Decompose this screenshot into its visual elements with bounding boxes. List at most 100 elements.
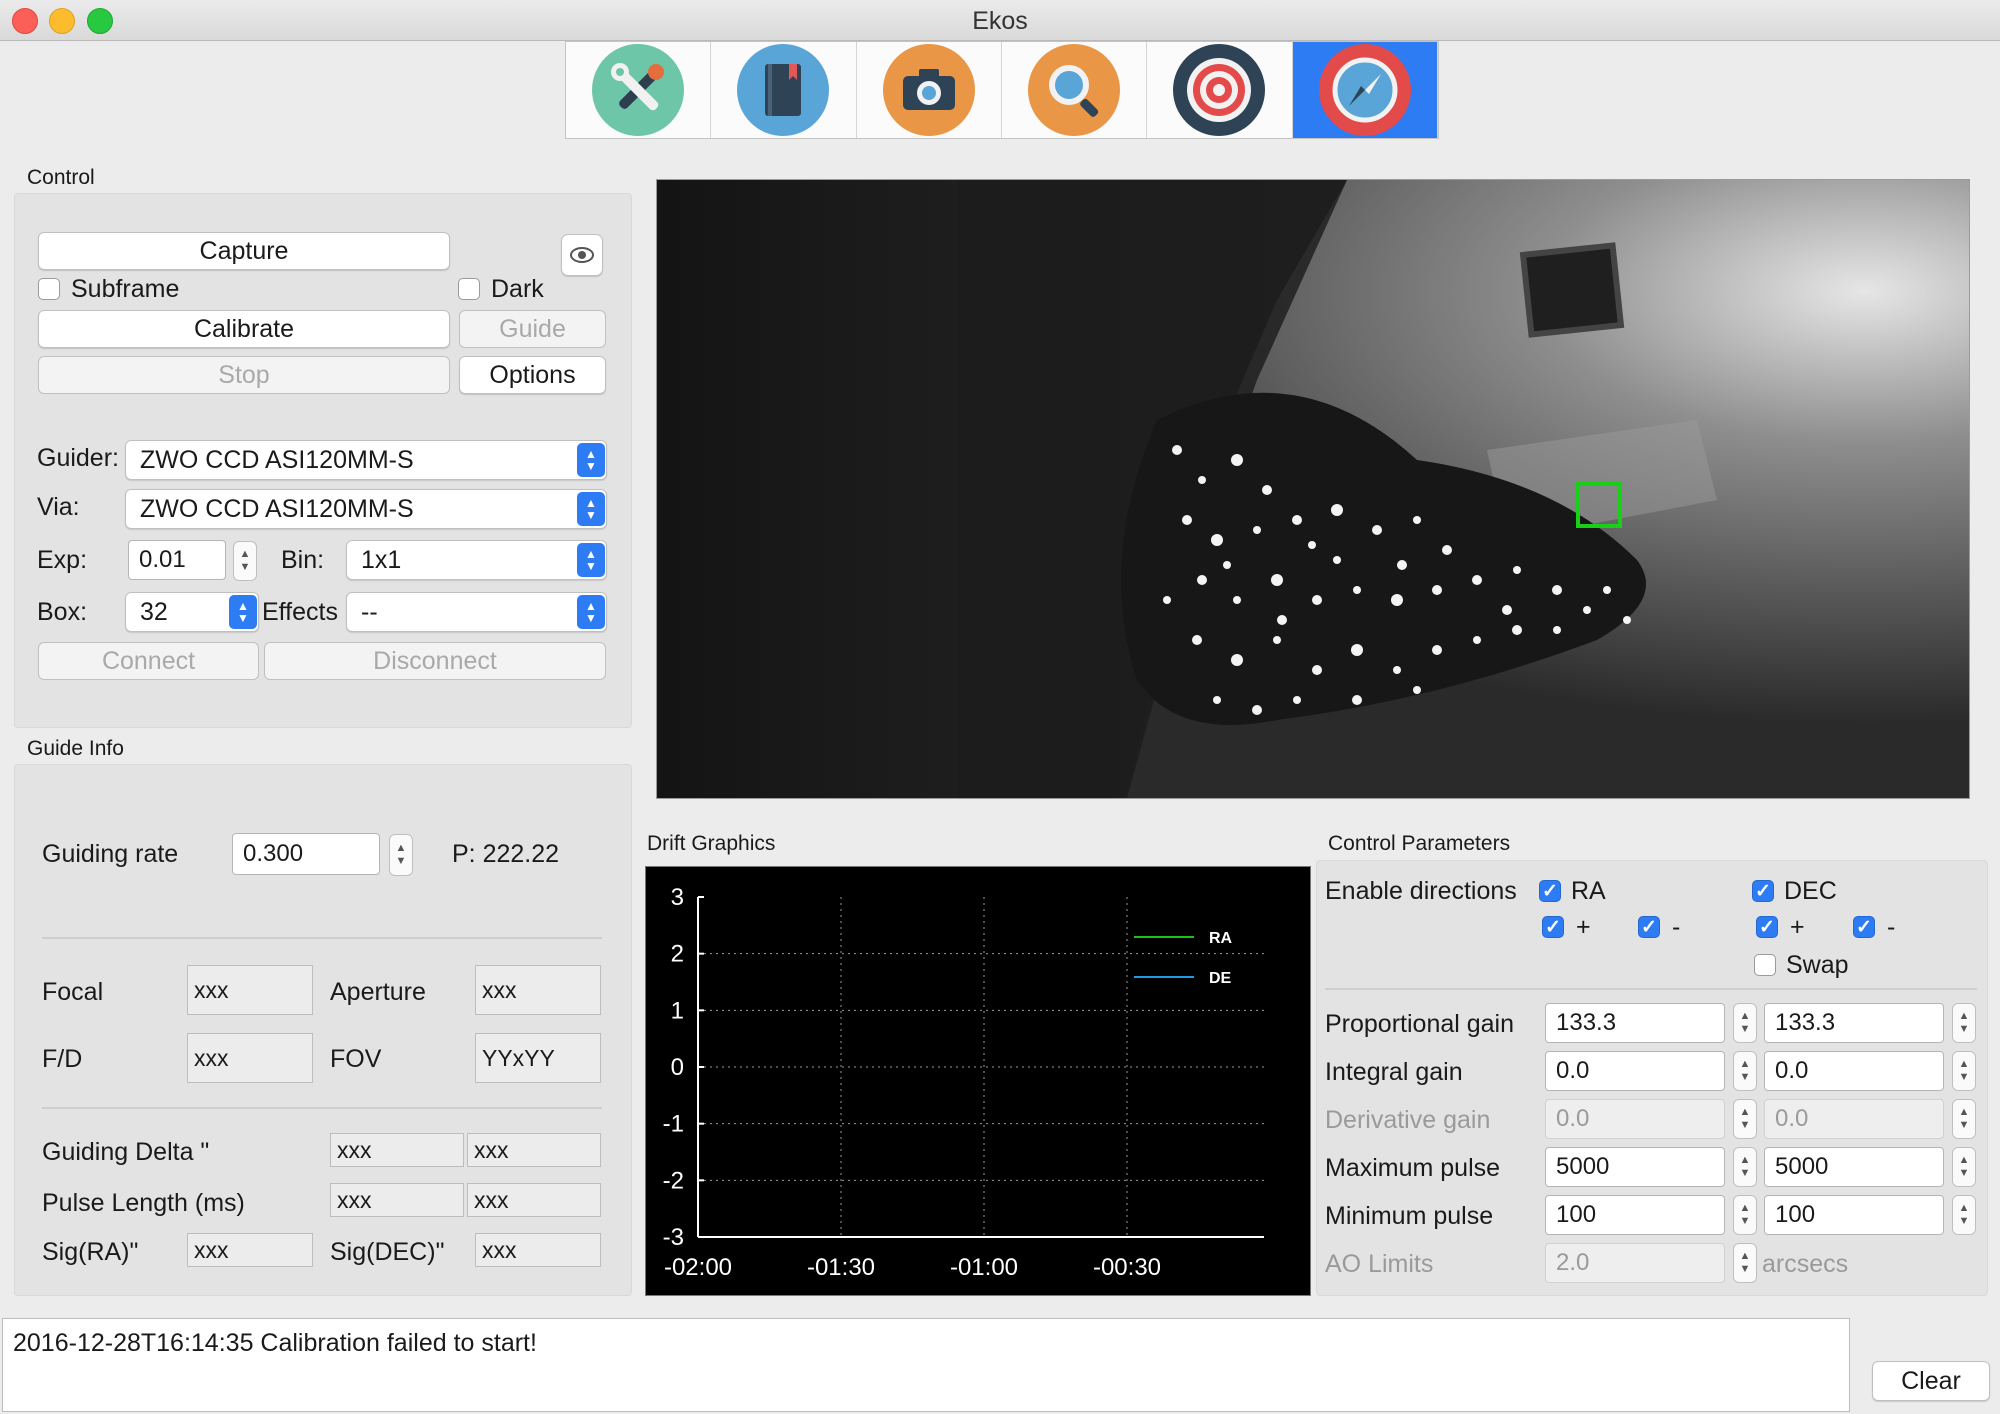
dark-checkbox[interactable]	[458, 278, 480, 300]
bin-select[interactable]: 1x1	[346, 540, 607, 580]
legend-label: RA	[1209, 930, 1233, 947]
param-dec-stepper[interactable]: ▲ ▼	[1952, 1147, 1976, 1187]
param-dec-input[interactable]: 0.0	[1764, 1099, 1944, 1139]
param-ra-stepper[interactable]: ▲ ▼	[1733, 1099, 1757, 1139]
y-tick-label: -1	[663, 1111, 684, 1138]
calibrate-button[interactable]: Calibrate	[38, 310, 450, 348]
y-tick-label: 0	[671, 1054, 684, 1081]
box-label: Box:	[37, 598, 88, 626]
swap-label: Swap	[1786, 951, 1849, 979]
dec-minus-checkbox[interactable]: ✓	[1853, 916, 1875, 938]
clear-log-button[interactable]: Clear	[1872, 1361, 1990, 1401]
connect-button[interactable]: Connect	[38, 642, 259, 680]
p-value: P: 222.22	[452, 840, 560, 868]
preview-toggle-button[interactable]	[561, 234, 603, 276]
fd-label: F/D	[42, 1045, 83, 1073]
module-tab-bar	[565, 41, 1439, 139]
drift-graphics-title: Drift Graphics	[647, 832, 776, 855]
ao-limits-input[interactable]: 2.0	[1545, 1243, 1725, 1283]
param-ra-stepper[interactable]: ▲ ▼	[1733, 1003, 1757, 1043]
param-dec-stepper[interactable]: ▲ ▼	[1952, 1099, 1976, 1139]
legend-label: DE	[1209, 970, 1232, 987]
param-ra-stepper[interactable]: ▲ ▼	[1733, 1195, 1757, 1235]
exposure-input[interactable]: 0.01	[128, 540, 226, 580]
tab-scheduler[interactable]	[711, 42, 857, 138]
capture-icon	[882, 44, 975, 136]
dec-plus-checkbox[interactable]: ✓	[1756, 916, 1778, 938]
guide-frame-view[interactable]	[656, 179, 1970, 799]
capture-button[interactable]: Capture	[38, 232, 450, 270]
control-parameters-title: Control Parameters	[1328, 832, 1511, 855]
pulse-length-ra-value: xxx	[330, 1183, 464, 1217]
ra-plus-checkbox[interactable]: ✓	[1542, 916, 1564, 938]
chevron-updown-icon: ▲ ▼	[577, 443, 605, 477]
guide-button[interactable]: Guide	[459, 310, 606, 348]
param-ra-input[interactable]: 5000	[1545, 1147, 1725, 1187]
tab-capture[interactable]	[857, 42, 1002, 138]
param-dec-stepper[interactable]: ▲ ▼	[1952, 1003, 1976, 1043]
tab-align[interactable]	[1147, 42, 1293, 138]
align-icon	[1173, 44, 1266, 136]
fov-label: FOV	[330, 1045, 382, 1073]
y-tick-label: -2	[663, 1167, 684, 1194]
guiding-rate-input[interactable]: 0.300	[232, 833, 380, 875]
param-ra-input[interactable]: 100	[1545, 1195, 1725, 1235]
ao-limits-stepper[interactable]: ▲ ▼	[1733, 1243, 1757, 1283]
tab-setup[interactable]	[566, 42, 712, 138]
guide-icon	[1318, 44, 1411, 136]
param-dec-stepper[interactable]: ▲ ▼	[1952, 1195, 1976, 1235]
options-button[interactable]: Options	[459, 356, 606, 394]
param-ra-input[interactable]: 133.3	[1545, 1003, 1725, 1043]
exp-label: Exp:	[37, 546, 88, 574]
tab-focus[interactable]	[1002, 42, 1148, 138]
exposure-stepper[interactable]: ▲ ▼	[233, 541, 257, 581]
param-dec-input[interactable]: 0.0	[1764, 1051, 1944, 1091]
effects-select[interactable]: --	[346, 592, 607, 632]
drift-graph[interactable]: 3 2 1 0 -1 -2 -3 -02:00 -01:30 -01:00 -00:30 RA DE	[645, 866, 1311, 1296]
subframe-label: Subframe	[71, 275, 180, 303]
param-dec-stepper[interactable]: ▲ ▼	[1952, 1051, 1976, 1091]
via-select-value: ZWO CCD ASI120MM-S	[140, 494, 414, 523]
param-label: Integral gain	[1325, 1058, 1463, 1086]
focal-label: Focal	[42, 978, 104, 1006]
dec-plus-label: +	[1790, 913, 1805, 941]
stop-button[interactable]: Stop	[38, 356, 450, 394]
param-ra-input[interactable]: 0.0	[1545, 1099, 1725, 1139]
guiding-rate-stepper[interactable]: ▲ ▼	[389, 834, 413, 876]
dark-label: Dark	[491, 275, 544, 303]
eye-icon	[570, 247, 594, 263]
pulse-length-label: Pulse Length (ms)	[42, 1189, 245, 1217]
subframe-checkbox[interactable]	[38, 278, 60, 300]
via-select[interactable]: ZWO CCD ASI120MM-S	[125, 489, 607, 529]
guiding-rate-label: Guiding rate	[42, 840, 179, 868]
guider-select[interactable]: ZWO CCD ASI120MM-S	[125, 440, 607, 480]
chevron-updown-icon: ▲ ▼	[577, 492, 605, 526]
guider-label: Guider:	[37, 444, 119, 472]
x-tick-label: -01:00	[950, 1254, 1018, 1281]
chevron-updown-icon: ▲ ▼	[577, 595, 605, 629]
disconnect-button[interactable]: Disconnect	[264, 642, 606, 680]
param-dec-input[interactable]: 5000	[1764, 1147, 1944, 1187]
dec-enable-checkbox[interactable]: ✓	[1752, 880, 1774, 902]
bin-select-value: 1x1	[361, 545, 402, 574]
param-label: Proportional gain	[1325, 1010, 1515, 1038]
ra-plus-label: +	[1576, 913, 1591, 941]
guiding-delta-dec-value: xxx	[467, 1133, 601, 1167]
y-tick-label: 2	[671, 941, 684, 968]
setup-icon	[592, 44, 685, 136]
log-area[interactable]: 2016-12-28T16:14:35 Calibration failed t…	[2, 1318, 1850, 1412]
tab-guide[interactable]	[1292, 42, 1438, 138]
param-ra-input[interactable]: 0.0	[1545, 1051, 1725, 1091]
param-label: Minimum pulse	[1325, 1202, 1494, 1230]
param-ra-stepper[interactable]: ▲ ▼	[1733, 1147, 1757, 1187]
ra-enable-checkbox[interactable]: ✓	[1539, 880, 1561, 902]
fd-value: xxx	[187, 1033, 313, 1083]
param-dec-input[interactable]: 100	[1764, 1195, 1944, 1235]
divider	[42, 1107, 602, 1109]
param-dec-input[interactable]: 133.3	[1764, 1003, 1944, 1043]
ra-label: RA	[1571, 877, 1606, 905]
ra-minus-checkbox[interactable]: ✓	[1638, 916, 1660, 938]
swap-checkbox[interactable]	[1754, 954, 1776, 976]
x-tick-label: -02:00	[664, 1254, 732, 1281]
param-ra-stepper[interactable]: ▲ ▼	[1733, 1051, 1757, 1091]
